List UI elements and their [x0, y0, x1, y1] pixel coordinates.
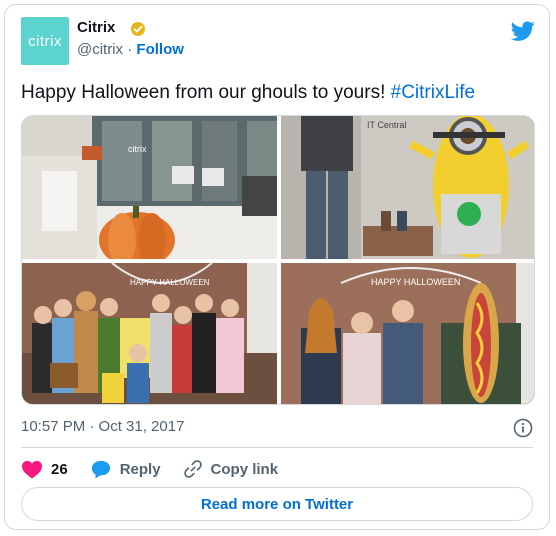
- reply-label: Reply: [119, 460, 161, 478]
- heart-icon: [22, 460, 42, 479]
- copy-link-label: Copy link: [210, 460, 279, 478]
- photo-office-pumpkin[interactable]: citrix: [22, 116, 277, 259]
- photo-minion[interactable]: IT Central: [281, 116, 534, 259]
- follow-link[interactable]: Follow: [136, 41, 184, 58]
- tweet-body: Happy Halloween from our ghouls to yours…: [21, 82, 391, 103]
- link-icon: [183, 460, 202, 478]
- author-handle[interactable]: @citrix: [77, 41, 123, 58]
- photo-sign-text: IT Central: [367, 120, 406, 130]
- photo-group-costumes[interactable]: HAPPY HALLOWEEN: [22, 263, 277, 404]
- photo-hotdog-costume[interactable]: HAPPY HALLOWEEN: [281, 263, 534, 404]
- divider: [21, 447, 533, 448]
- action-bar: 26 Reply Copy link: [21, 457, 300, 481]
- info-icon[interactable]: [513, 418, 533, 438]
- handle-row: @citrix · Follow: [77, 41, 184, 58]
- media-grid[interactable]: citrix IT Central HAPPY HALLOWEEN HAPPY …: [21, 115, 535, 405]
- photo-hotdog-costume-image: HAPPY HALLOWEEN: [281, 263, 534, 404]
- tweet-card: citrix Citrix @citrix · Follow Happy Hal…: [4, 4, 550, 530]
- author-name[interactable]: Citrix: [77, 19, 115, 36]
- like-button[interactable]: 26: [21, 459, 68, 479]
- read-more-button[interactable]: Read more on Twitter: [21, 487, 533, 521]
- photo-office-pumpkin-image: citrix: [22, 116, 277, 259]
- tweet-text: Happy Halloween from our ghouls to yours…: [21, 81, 475, 105]
- photo-group-costumes-image: HAPPY HALLOWEEN: [22, 263, 277, 404]
- reply-button[interactable]: Reply: [90, 459, 161, 479]
- copy-link-button[interactable]: Copy link: [183, 459, 279, 479]
- avatar[interactable]: citrix: [21, 17, 69, 65]
- twitter-bird-icon[interactable]: [511, 19, 535, 43]
- reply-bubble-icon: [91, 460, 110, 479]
- timestamp[interactable]: 10:57 PM · Oct 31, 2017: [21, 418, 184, 435]
- photo-banner-text: HAPPY HALLOWEEN: [130, 278, 210, 287]
- hashtag-link[interactable]: #CitrixLife: [391, 82, 475, 103]
- photo-minion-image: IT Central: [281, 116, 534, 259]
- photo-banner-text: HAPPY HALLOWEEN: [371, 277, 460, 287]
- verified-badge-icon: [131, 22, 145, 36]
- separator: ·: [127, 41, 133, 58]
- photo-sign-text: citrix: [128, 144, 147, 154]
- like-count: 26: [51, 460, 68, 478]
- avatar-logo-text: citrix: [28, 32, 62, 50]
